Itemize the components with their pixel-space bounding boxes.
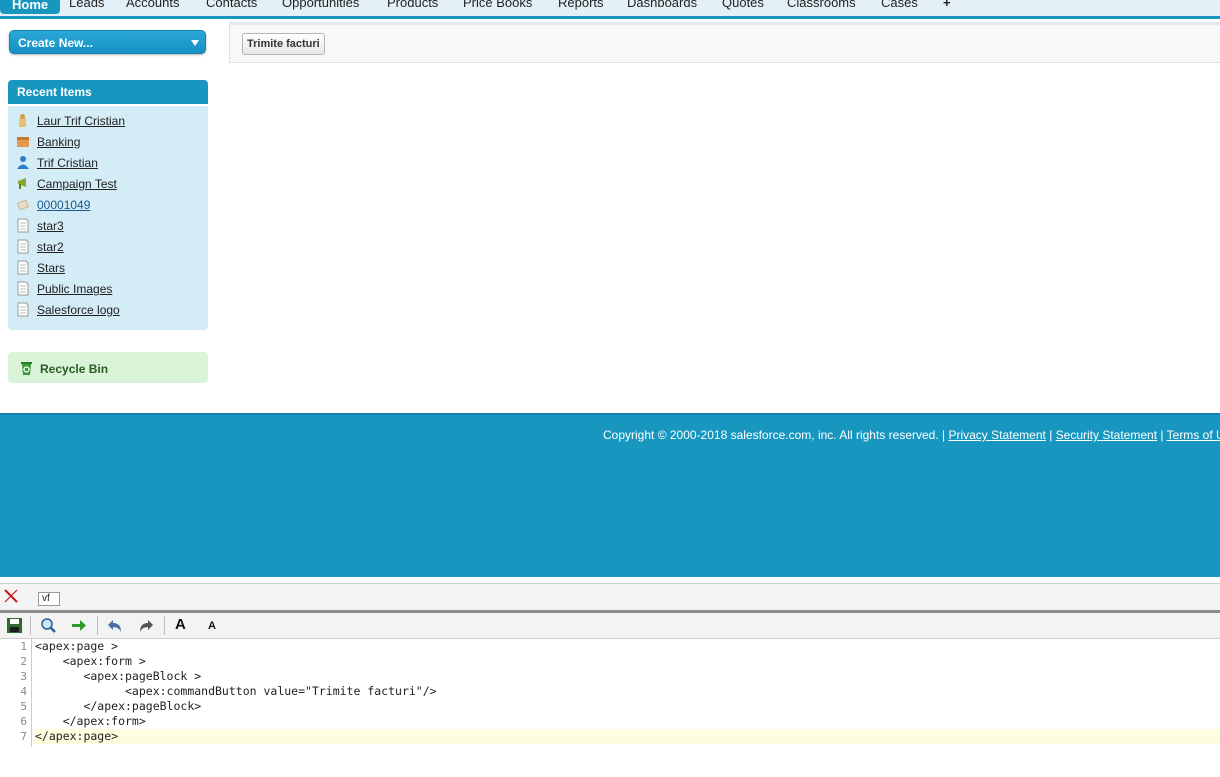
recent-item-link[interactable]: Stars xyxy=(37,261,65,275)
code-line: <apex:commandButton value="Trimite factu… xyxy=(35,684,437,698)
code-line: <apex:pageBlock > xyxy=(35,669,202,683)
tab-price-books[interactable]: Price Books xyxy=(463,0,532,12)
tab-classrooms[interactable]: Classrooms xyxy=(787,0,856,12)
list-item: 00001049 xyxy=(8,195,208,216)
recent-item-link[interactable]: Laur Trif Cristian xyxy=(37,114,125,128)
list-item: Stars xyxy=(8,258,208,279)
contact-icon xyxy=(17,156,29,169)
tab-products[interactable]: Products xyxy=(387,0,438,12)
code-editor[interactable]: 1 2 3 4 5 6 7 <apex:page > <apex:form > … xyxy=(0,639,1220,777)
code-line-current: </apex:page> xyxy=(33,729,1220,744)
terms-of-use-link[interactable]: Terms of U xyxy=(1167,428,1220,442)
line-number: 7 xyxy=(20,730,27,743)
tab-home[interactable]: Home xyxy=(0,0,61,14)
recent-item-link[interactable]: Salesforce logo xyxy=(37,303,120,317)
decrease-font-icon[interactable]: A xyxy=(208,620,216,632)
tab-dashboards[interactable]: Dashboards xyxy=(627,0,697,12)
page-block: Trimite facturi xyxy=(229,22,1220,63)
list-item: star2 xyxy=(8,237,208,258)
save-icon[interactable] xyxy=(6,617,23,634)
footer-separator: | xyxy=(1160,428,1164,442)
line-number-gutter: 1 2 3 4 5 6 7 xyxy=(0,639,32,747)
toolbar-separator xyxy=(97,616,98,635)
security-statement-link[interactable]: Security Statement xyxy=(1056,428,1157,442)
line-number: 4 xyxy=(20,685,27,698)
recent-item-link[interactable]: Campaign Test xyxy=(37,177,117,191)
campaign-icon xyxy=(18,178,26,189)
line-number: 2 xyxy=(20,655,27,668)
line-number: 3 xyxy=(20,670,27,683)
document-icon xyxy=(17,281,29,296)
recent-item-link[interactable]: Banking xyxy=(37,135,80,149)
line-number: 6 xyxy=(20,715,27,728)
tab-all-tabs-plus[interactable]: + xyxy=(943,0,951,12)
footer-separator: | xyxy=(1049,428,1053,442)
list-item: Laur Trif Cristian xyxy=(8,111,208,132)
create-new-label: Create New... xyxy=(18,36,93,50)
line-number: 1 xyxy=(20,640,27,653)
line-number: 5 xyxy=(20,700,27,713)
recent-items-header: Recent Items xyxy=(8,80,208,104)
dev-mode-bar: vf xyxy=(0,583,1220,611)
footer: Copyright © 2000-2018 salesforce.com, in… xyxy=(0,413,1220,577)
document-icon xyxy=(17,239,29,254)
recent-item-link[interactable]: Trif Cristian xyxy=(37,156,98,170)
tab-contacts[interactable]: Contacts xyxy=(206,0,257,12)
recent-item-link[interactable]: Public Images xyxy=(37,282,112,296)
tab-leads[interactable]: Leads xyxy=(69,0,104,12)
code-line: <apex:form > xyxy=(35,654,146,668)
redo-icon[interactable] xyxy=(137,617,154,634)
privacy-statement-link[interactable]: Privacy Statement xyxy=(948,428,1045,442)
recycle-bin-link[interactable]: Recycle Bin xyxy=(8,352,208,383)
recycle-bin-icon xyxy=(21,362,32,375)
recent-item-link[interactable]: 00001049 xyxy=(37,198,90,212)
tab-quotes[interactable]: Quotes xyxy=(722,0,764,12)
tab-cases[interactable]: Cases xyxy=(881,0,918,12)
account-icon xyxy=(17,137,29,147)
list-item: Salesforce logo xyxy=(8,300,208,321)
recent-item-link[interactable]: star2 xyxy=(37,240,64,254)
search-icon[interactable] xyxy=(40,617,57,634)
tab-bar: Home Leads Accounts Contacts Opportuniti… xyxy=(0,0,1220,19)
toolbar-separator xyxy=(30,616,31,635)
tab-accounts[interactable]: Accounts xyxy=(126,0,179,12)
list-item: star3 xyxy=(8,216,208,237)
editor-toolbar: A A xyxy=(0,613,1220,639)
go-to-line-arrow-icon[interactable] xyxy=(70,617,87,634)
chevron-down-icon xyxy=(191,40,199,46)
copyright-text: Copyright © 2000-2018 salesforce.com, in… xyxy=(603,428,946,442)
document-icon xyxy=(17,302,29,317)
undo-icon[interactable] xyxy=(107,617,124,634)
footer-line: Copyright © 2000-2018 salesforce.com, in… xyxy=(603,428,1220,442)
tab-opportunities[interactable]: Opportunities xyxy=(282,0,359,12)
close-icon[interactable] xyxy=(3,588,19,604)
tab-reports[interactable]: Reports xyxy=(558,0,604,12)
recycle-bin-label: Recycle Bin xyxy=(40,362,109,376)
document-icon xyxy=(17,260,29,275)
create-new-button[interactable]: Create New... xyxy=(9,30,206,54)
recent-item-link[interactable]: star3 xyxy=(37,219,64,233)
list-item: Public Images xyxy=(8,279,208,300)
lead-icon xyxy=(19,114,26,127)
trimite-facturi-button[interactable]: Trimite facturi xyxy=(242,33,325,55)
list-item: Campaign Test xyxy=(8,174,208,195)
code-line: </apex:pageBlock> xyxy=(35,699,202,713)
recent-items-list: Laur Trif Cristian Banking Trif Cristian… xyxy=(8,106,208,330)
document-icon xyxy=(17,218,29,233)
increase-font-icon[interactable]: A xyxy=(175,616,186,633)
list-item: Banking xyxy=(8,132,208,153)
page-name-tab[interactable]: vf xyxy=(38,592,60,606)
case-icon xyxy=(16,199,30,211)
toolbar-separator xyxy=(164,616,165,635)
list-item: Trif Cristian xyxy=(8,153,208,174)
code-line: <apex:page > xyxy=(35,639,119,653)
code-line: </apex:form> xyxy=(35,714,146,728)
